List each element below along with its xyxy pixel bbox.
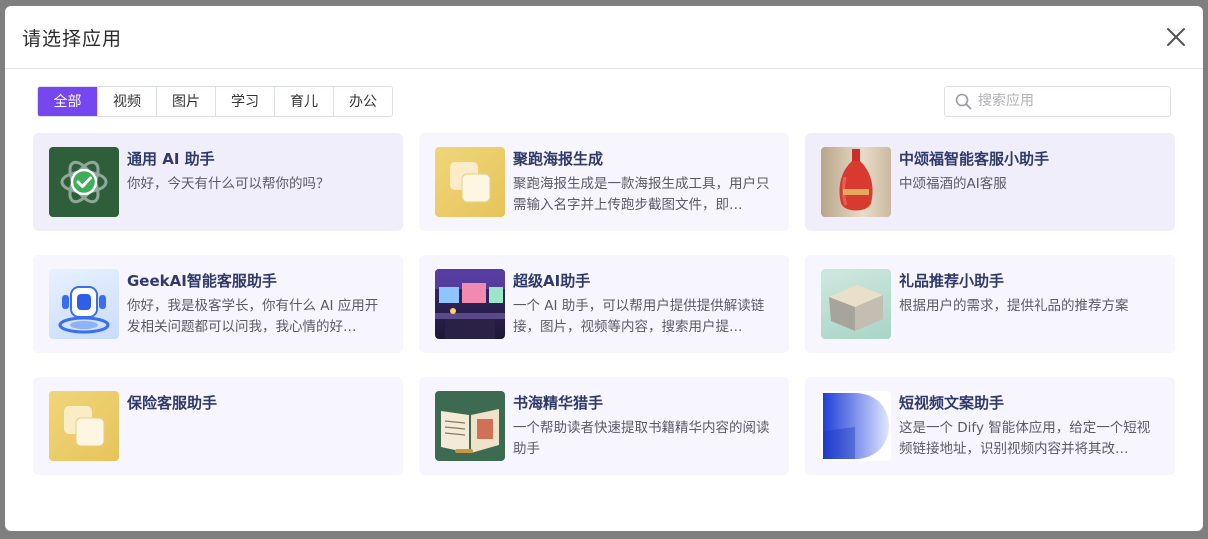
- yellow-cards-icon: [435, 147, 505, 217]
- tab-video[interactable]: 视频: [97, 86, 156, 116]
- app-card-book[interactable]: 书海精华猎手 一个帮助读者快速提取书籍精华内容的阅读助手: [419, 377, 789, 475]
- tab-study[interactable]: 学习: [215, 86, 274, 116]
- app-title: 书海精华猎手: [513, 394, 604, 412]
- dify-logo-icon: [821, 391, 891, 461]
- app-grid: 通用 AI 助手 你好，今天有什么可以帮你的吗？ 聚跑海报生成 聚跑海报生成是一…: [33, 133, 1175, 475]
- app-title: 中颂福智能客服小助手: [899, 150, 1050, 168]
- app-title: GeekAI智能客服助手: [127, 272, 277, 290]
- red-vase-image: [821, 147, 891, 217]
- toolbar: 全部 视频 图片 学习 育儿 办公: [37, 85, 1171, 117]
- tab-parenting[interactable]: 育儿: [274, 86, 333, 116]
- category-tabs: 全部 视频 图片 学习 育儿 办公: [37, 85, 393, 117]
- desk-setup-image: [435, 269, 505, 339]
- search-box: [944, 85, 1171, 117]
- app-card-poster[interactable]: 聚跑海报生成 聚跑海报生成是一款海报生成工具，用户只需输入名字并上传跑步截图文件…: [419, 133, 789, 231]
- app-card-zhongsongfu[interactable]: 中颂福智能客服小助手 中颂福酒的AI客服: [805, 133, 1175, 231]
- open-book-image: [435, 391, 505, 461]
- close-button[interactable]: [1163, 24, 1189, 50]
- tab-image[interactable]: 图片: [156, 86, 215, 116]
- tab-office[interactable]: 办公: [333, 86, 392, 116]
- robot-platform-icon: [49, 269, 119, 339]
- app-desc: 聚跑海报生成是一款海报生成工具，用户只需输入名字并上传跑步截图文件，即…: [513, 176, 770, 213]
- app-title: 短视频文案助手: [899, 394, 1005, 412]
- app-card-short-video[interactable]: 短视频文案助手 这是一个 Dify 智能体应用，给定一个短视频链接地址，识别视频…: [805, 377, 1175, 475]
- yellow-cards-icon: [49, 391, 119, 461]
- app-desc: 这是一个 Dify 智能体应用，给定一个短视频链接地址，识别视频内容并将其改…: [899, 420, 1151, 457]
- app-title: 超级AI助手: [513, 272, 591, 290]
- app-title: 礼品推荐小助手: [899, 272, 1005, 290]
- openai-check-icon: [49, 147, 119, 217]
- search-input[interactable]: [978, 93, 1158, 109]
- app-card-super-ai[interactable]: 超级AI助手 一个 AI 助手，可以帮用户提供提供解读链接，图片，视频等内容，搜…: [419, 255, 789, 353]
- search-icon: [955, 93, 972, 109]
- gift-box-image: [821, 269, 891, 339]
- app-card-insurance[interactable]: 保险客服助手: [33, 377, 403, 475]
- app-desc: 根据用户的需求，提供礼品的推荐方案: [899, 298, 1129, 314]
- select-app-modal: 请选择应用 全部 视频 图片 学习 育儿 办公 搜索应用 通用 AI 助手 你好…: [5, 6, 1203, 531]
- app-card-gift[interactable]: 礼品推荐小助手 根据用户的需求，提供礼品的推荐方案: [805, 255, 1175, 353]
- app-title: 保险客服助手: [127, 394, 218, 412]
- modal-header: 请选择应用: [5, 6, 1203, 69]
- app-desc: 你好，今天有什么可以帮你的吗？: [127, 176, 330, 192]
- app-title: 聚跑海报生成: [513, 150, 604, 168]
- close-icon: [1167, 28, 1185, 46]
- app-desc: 中颂福酒的AI客服: [899, 176, 1007, 192]
- app-desc: 一个 AI 助手，可以帮用户提供提供解读链接，图片，视频等内容，搜索用户提…: [513, 298, 765, 335]
- modal-title: 请选择应用: [22, 27, 123, 50]
- app-card-geekai[interactable]: GeekAI智能客服助手 你好，我是极客学长，你有什么 AI 应用开发相关问题都…: [33, 255, 403, 353]
- app-desc: 你好，我是极客学长，你有什么 AI 应用开发相关问题都可以问我，我心情的好…: [127, 298, 379, 335]
- tab-all[interactable]: 全部: [38, 86, 97, 116]
- app-title: 通用 AI 助手: [127, 150, 215, 168]
- app-card-general-ai[interactable]: 通用 AI 助手 你好，今天有什么可以帮你的吗？: [33, 133, 403, 231]
- app-desc: 一个帮助读者快速提取书籍精华内容的阅读助手: [513, 420, 770, 457]
